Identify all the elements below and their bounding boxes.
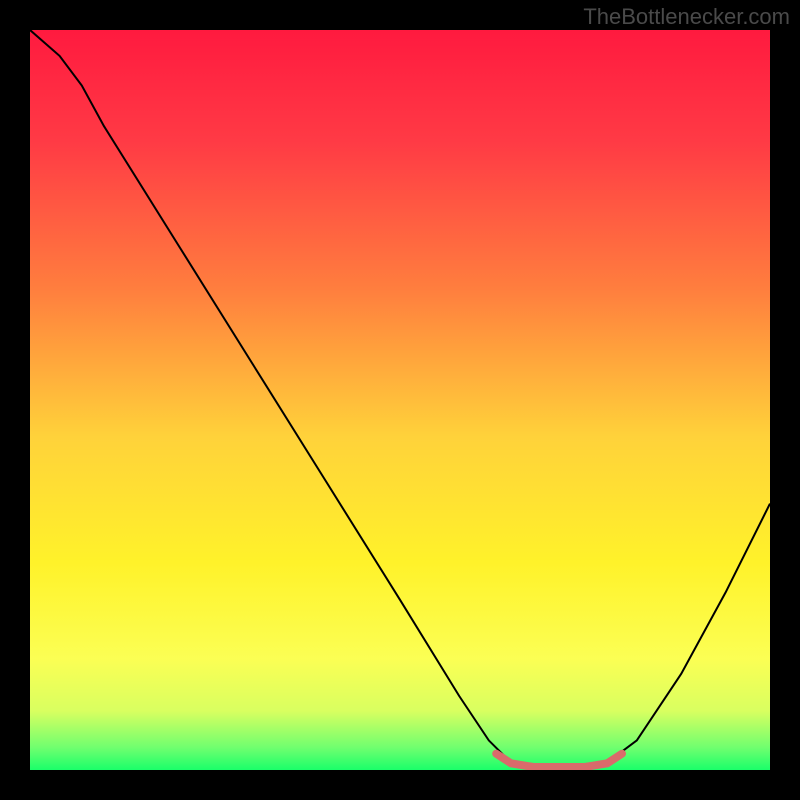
plot-area [30,30,770,770]
gradient-background [30,30,770,770]
source-watermark: TheBottlenecker.com [583,4,790,30]
chart-svg [30,30,770,770]
